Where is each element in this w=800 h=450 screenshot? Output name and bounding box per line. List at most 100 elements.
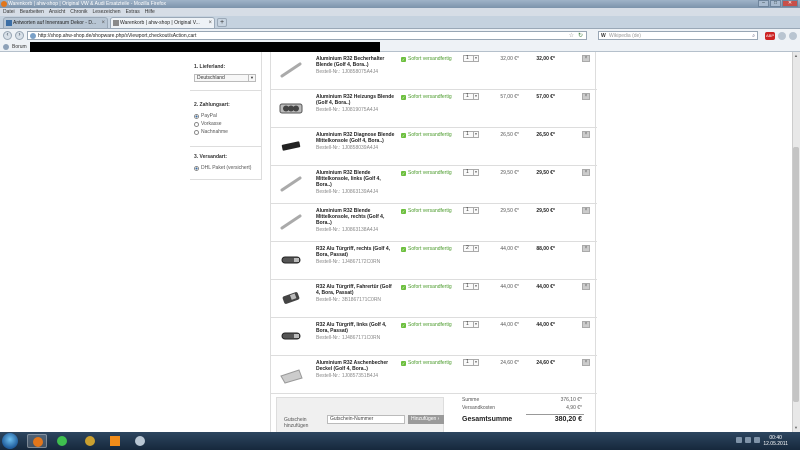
quantity-select[interactable]: 1 ▼ [463, 131, 479, 138]
taskbar-firefox[interactable] [27, 434, 47, 448]
new-tab-button[interactable]: + [217, 18, 227, 27]
tray-icon[interactable] [745, 437, 751, 443]
radio-button[interactable] [194, 129, 199, 135]
vertical-scrollbar[interactable]: ▲ ▼ [792, 52, 800, 432]
availability: ✓ Sofort versandfertig [401, 208, 452, 214]
clock[interactable]: 00:40 12.05.2011 [763, 435, 788, 447]
taskbar-app[interactable] [52, 434, 72, 448]
add-voucher-button[interactable]: Hinzufügen › [408, 415, 444, 424]
shipping-option[interactable]: DHL Paket (versichert) [194, 165, 260, 171]
quantity-select[interactable]: 1 ▼ [463, 55, 479, 62]
redacted-bar [30, 42, 380, 52]
start-button[interactable] [2, 433, 18, 449]
payment-option[interactable]: Nachnahme [194, 129, 260, 135]
check-icon: ✓ [401, 170, 406, 176]
product-thumbnail[interactable] [277, 58, 305, 82]
product-name[interactable]: R32 Alu Türgriff, links (Golf 4, Bora, P… [316, 322, 396, 341]
quantity-value: 1 [466, 321, 469, 327]
product-thumbnail[interactable] [277, 96, 305, 120]
order-number: Bestell-Nr.: 1J0819075A4J4 [316, 107, 378, 113]
addon-icon[interactable] [778, 31, 786, 40]
reload-icon[interactable]: ↻ [578, 32, 583, 40]
search-icon[interactable]: ⌕ [752, 32, 755, 40]
maximize-button[interactable]: □ [770, 0, 781, 7]
product-thumbnail[interactable] [277, 172, 305, 196]
menu-tools[interactable]: Extras [126, 9, 140, 15]
menu-history[interactable]: Chronik [70, 9, 87, 15]
search-box[interactable]: W Wikipedia (de) ⌕ [598, 31, 758, 40]
bookmark-item[interactable]: Borum [12, 44, 27, 50]
radio-button[interactable] [194, 121, 199, 127]
scroll-down-icon[interactable]: ▼ [793, 425, 799, 431]
payment-option[interactable]: Vorkasse [194, 121, 260, 127]
delete-icon[interactable]: × [582, 321, 590, 328]
quantity-select[interactable]: 1 ▼ [463, 359, 479, 366]
bookmark-star-icon[interactable]: ☆ [569, 32, 574, 40]
product-thumbnail[interactable] [277, 210, 305, 234]
product-name[interactable]: Aluminium R32 Becherhalter Blende (Golf … [316, 56, 396, 75]
tab-close-icon[interactable]: × [208, 18, 212, 28]
close-button[interactable]: ✕ [782, 0, 798, 7]
quantity-select[interactable]: 1 ▼ [463, 207, 479, 214]
tab-forum[interactable]: Antworten auf Innenraum Dekor - D... × [3, 17, 108, 28]
menu-help[interactable]: Hilfe [145, 9, 155, 15]
taskbar-vlc[interactable] [105, 434, 125, 448]
delete-icon[interactable]: × [582, 169, 590, 176]
product-name[interactable]: Aluminium R32 Diagnose Blende Mittelkons… [316, 132, 396, 151]
product-thumbnail[interactable] [277, 362, 305, 386]
site-identity-icon[interactable] [30, 33, 36, 39]
taskbar-app[interactable] [130, 434, 150, 448]
order-number: Bestell-Nr.: 1J4867171C0RN [316, 335, 381, 341]
window-titlebar: Warenkorb | ahw-shop | Original VW & Aud… [0, 0, 800, 8]
menu-view[interactable]: Ansicht [49, 9, 65, 15]
delete-icon[interactable]: × [582, 207, 590, 214]
delete-icon[interactable]: × [582, 55, 590, 62]
chevron-down-icon: ▼ [473, 322, 478, 327]
product-thumbnail[interactable] [277, 134, 305, 158]
product-name[interactable]: Aluminium R32 Blende Mittelkonsole, rech… [316, 208, 396, 233]
quantity-select[interactable]: 1 ▼ [463, 169, 479, 176]
menu-bookmarks[interactable]: Lesezeichen [93, 9, 121, 15]
tray-icon[interactable] [736, 437, 742, 443]
forward-button[interactable]: › [15, 31, 24, 40]
tray-icon[interactable] [754, 437, 760, 443]
quantity-select[interactable]: 1 ▼ [463, 93, 479, 100]
radio-button[interactable] [194, 113, 199, 119]
product-name[interactable]: R32 Alu Türgriff, Fahrertür (Golf 4, Bor… [316, 284, 396, 303]
quantity-select[interactable]: 1 ▼ [463, 283, 479, 290]
country-select[interactable]: Deutschland ▼ [194, 74, 256, 82]
product-thumbnail[interactable] [277, 286, 305, 310]
quantity-select[interactable]: 1 ▼ [463, 321, 479, 328]
back-button[interactable]: ‹ [3, 31, 12, 40]
product-thumbnail[interactable] [277, 324, 305, 348]
url-bar[interactable]: http://shop.ahw-shop.de/shopware.php/sVi… [27, 31, 587, 40]
product-name[interactable]: Aluminium R32 Aschenbecher Deckel (Golf … [316, 360, 396, 379]
delete-icon[interactable]: × [582, 245, 590, 252]
quantity-select[interactable]: 2 ▼ [463, 245, 479, 252]
delete-icon[interactable]: × [582, 359, 590, 366]
minimize-button[interactable]: – [758, 0, 769, 7]
menu-file[interactable]: Datei [3, 9, 15, 15]
addon-icon[interactable] [789, 31, 797, 40]
adblock-icon[interactable]: ABP [765, 31, 775, 40]
availability: ✓ Sofort versandfertig [401, 360, 452, 366]
scroll-thumb[interactable] [793, 147, 799, 402]
tab-cart[interactable]: Warenkorb | ahw-shop | Original V... × [110, 17, 215, 28]
product-name[interactable]: R32 Alu Türgriff, rechts (Golf 4, Bora, … [316, 246, 396, 265]
shipping-cost-value: 4,90 €* [566, 405, 582, 411]
delete-icon[interactable]: × [582, 131, 590, 138]
payment-option[interactable]: PayPal [194, 113, 260, 119]
product-name[interactable]: Aluminium R32 Heizungs Blende (Golf 4, B… [316, 94, 396, 113]
delete-icon[interactable]: × [582, 93, 590, 100]
line-total: 24,60 €* [536, 360, 555, 366]
page-margin [0, 52, 190, 432]
product-thumbnail[interactable] [277, 248, 305, 272]
scroll-up-icon[interactable]: ▲ [793, 53, 799, 59]
menu-edit[interactable]: Bearbeiten [20, 9, 44, 15]
taskbar-app[interactable] [80, 434, 100, 448]
voucher-input[interactable]: Gutschein-Nummer [327, 415, 405, 424]
radio-button[interactable] [194, 165, 199, 171]
tab-close-icon[interactable]: × [101, 18, 105, 28]
delete-icon[interactable]: × [582, 283, 590, 290]
product-name[interactable]: Aluminium R32 Blende Mittelkonsole, link… [316, 170, 396, 195]
